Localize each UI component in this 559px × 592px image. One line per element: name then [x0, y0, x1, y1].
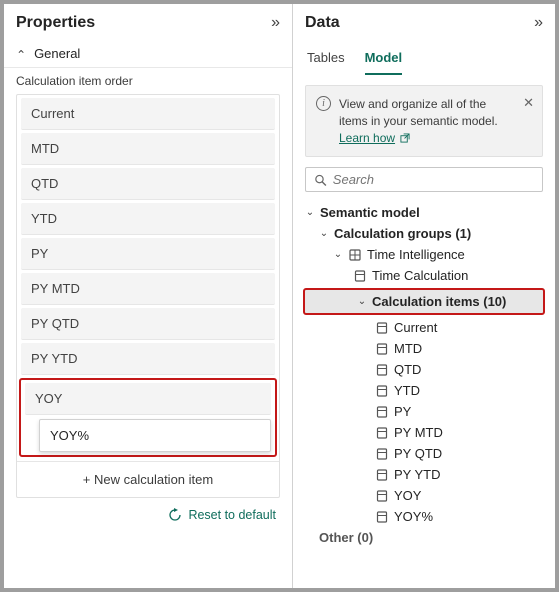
data-title: Data: [305, 14, 340, 32]
new-calculation-item-button[interactable]: + New calculation item: [17, 461, 279, 497]
order-item[interactable]: PY MTD: [21, 273, 275, 305]
order-item[interactable]: PY YTD: [21, 343, 275, 375]
search-box[interactable]: [305, 167, 543, 192]
order-list: Current MTD QTD YTD PY PY MTD PY QTD PY …: [16, 94, 280, 498]
tree-calculation-items-highlighted[interactable]: ⌄ Calculation items (10): [303, 288, 545, 315]
tree-calc-item[interactable]: YTD: [301, 380, 547, 401]
data-panel: Data » Tables Model i View and organize …: [293, 4, 555, 588]
chevron-down-icon: ⌄: [333, 249, 343, 260]
tree-label: YTD: [394, 383, 420, 398]
tree-label: Semantic model: [320, 205, 420, 220]
column-icon: [375, 426, 389, 440]
chevron-down-icon: ⌄: [305, 207, 315, 218]
general-section-toggle[interactable]: ⌄ General: [4, 40, 292, 68]
tree-root[interactable]: ⌄ Semantic model: [301, 202, 547, 223]
chevron-up-icon: ⌄: [16, 47, 26, 61]
order-item[interactable]: YOY: [25, 383, 271, 415]
order-item[interactable]: Current: [21, 98, 275, 130]
tab-tables[interactable]: Tables: [307, 46, 345, 75]
general-label: General: [34, 46, 80, 61]
collapse-properties-button[interactable]: »: [271, 14, 280, 32]
order-item[interactable]: PY QTD: [21, 308, 275, 340]
tree-calc-item[interactable]: MTD: [301, 338, 547, 359]
properties-panel: Properties » ⌄ General Calculation item …: [4, 4, 293, 588]
tree-time-calculation[interactable]: Time Calculation: [301, 265, 547, 286]
reset-icon: [168, 508, 182, 522]
search-icon: [314, 173, 327, 187]
order-item-editing[interactable]: YOY%: [39, 419, 271, 452]
properties-header: Properties »: [4, 4, 292, 40]
column-icon: [375, 489, 389, 503]
column-icon: [375, 363, 389, 377]
tree-calc-item[interactable]: PY YTD: [301, 464, 547, 485]
tab-model[interactable]: Model: [365, 46, 403, 75]
column-icon: [375, 342, 389, 356]
column-icon: [375, 405, 389, 419]
order-item[interactable]: PY: [21, 238, 275, 270]
tree-calc-item[interactable]: YOY%: [301, 506, 547, 527]
active-edit-highlight: YOY YOY%: [19, 378, 277, 457]
tree-calc-item[interactable]: Current: [301, 317, 547, 338]
properties-title: Properties: [16, 14, 95, 32]
calculation-item-order-block: Calculation item order Current MTD QTD Y…: [4, 68, 292, 498]
column-icon: [375, 321, 389, 335]
column-icon: [353, 269, 367, 283]
tree-calc-item[interactable]: QTD: [301, 359, 547, 380]
column-icon: [375, 384, 389, 398]
order-heading: Calculation item order: [16, 74, 280, 88]
column-icon: [375, 468, 389, 482]
chevron-down-icon: ⌄: [357, 296, 367, 307]
tree-label: YOY: [394, 488, 421, 503]
banner-text: View and organize all of the items in yo…: [339, 96, 515, 146]
column-icon: [375, 447, 389, 461]
order-item[interactable]: MTD: [21, 133, 275, 165]
tree-calc-item[interactable]: PY QTD: [301, 443, 547, 464]
calc-group-icon: [348, 248, 362, 262]
data-header: Data »: [293, 4, 555, 40]
external-link-icon: [400, 133, 410, 143]
tree-calc-item[interactable]: PY: [301, 401, 547, 422]
tree-label: MTD: [394, 341, 422, 356]
tree-label: Calculation items (10): [372, 294, 506, 309]
tree-label: Other (0): [319, 530, 373, 545]
order-item[interactable]: YTD: [21, 203, 275, 235]
tree-label: PY QTD: [394, 446, 442, 461]
reset-label: Reset to default: [188, 508, 276, 522]
tree-calculation-groups[interactable]: ⌄ Calculation groups (1): [301, 223, 547, 244]
tree-calc-item[interactable]: YOY: [301, 485, 547, 506]
reset-to-default-button[interactable]: Reset to default: [4, 498, 292, 532]
tree-label: QTD: [394, 362, 421, 377]
tree-label: Current: [394, 320, 437, 335]
tree-calc-item[interactable]: PY MTD: [301, 422, 547, 443]
tree-time-intelligence[interactable]: ⌄ Time Intelligence: [301, 244, 547, 265]
learn-how-link[interactable]: Learn how: [339, 131, 395, 145]
order-item[interactable]: QTD: [21, 168, 275, 200]
info-icon: i: [316, 96, 331, 111]
info-banner: i View and organize all of the items in …: [305, 85, 543, 157]
tree-label: YOY%: [394, 509, 433, 524]
collapse-data-button[interactable]: »: [534, 14, 543, 32]
tree-label: Time Calculation: [372, 268, 468, 283]
banner-message: View and organize all of the items in yo…: [339, 97, 498, 128]
tree-label: PY MTD: [394, 425, 443, 440]
column-icon: [375, 510, 389, 524]
search-input[interactable]: [333, 172, 534, 187]
close-banner-button[interactable]: ✕: [523, 96, 534, 109]
model-tree: ⌄ Semantic model ⌄ Calculation groups (1…: [293, 202, 555, 556]
tree-label: Calculation groups (1): [334, 226, 471, 241]
data-tabs: Tables Model: [293, 40, 555, 75]
tree-label: PY: [394, 404, 411, 419]
chevron-down-icon: ⌄: [319, 228, 329, 239]
tree-label: Time Intelligence: [367, 247, 465, 262]
tree-other[interactable]: Other (0): [301, 527, 547, 548]
tree-label: PY YTD: [394, 467, 440, 482]
